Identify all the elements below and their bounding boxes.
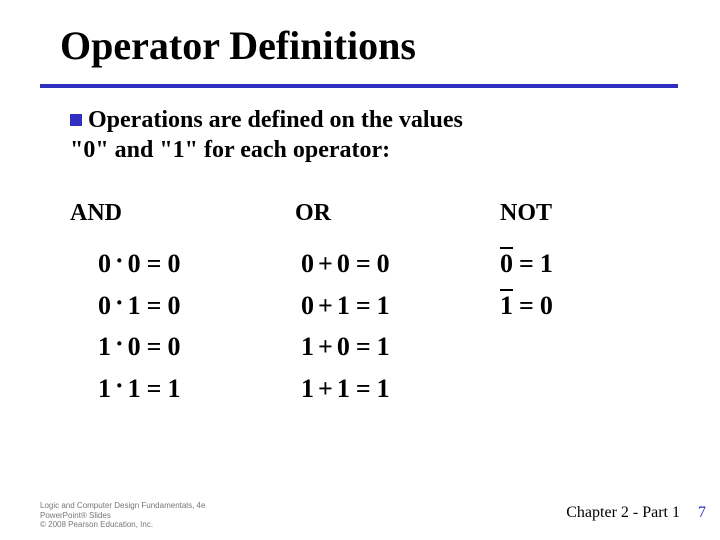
or-heading: OR xyxy=(295,200,500,227)
equals-icon: = xyxy=(350,374,377,403)
intro-line-2: "0" and "1" for each operator: xyxy=(70,137,390,163)
credit-line-2: PowerPoint® Slides xyxy=(40,511,205,521)
and-rows: 0·0=0 0·1=0 1·0=0 1·1=1 xyxy=(70,243,295,409)
equals-icon: = xyxy=(350,332,377,361)
and-heading: AND xyxy=(70,200,295,227)
operand-b: 0 xyxy=(337,332,350,361)
result: 1 xyxy=(540,249,553,278)
slide: Operator Definitions Operations are defi… xyxy=(0,0,720,540)
result: 0 xyxy=(168,332,181,361)
operand-b: 0 xyxy=(128,249,141,278)
operand-b: 1 xyxy=(128,291,141,320)
equals-icon: = xyxy=(350,291,377,320)
equals-icon: = xyxy=(141,374,168,403)
operand-a: 0 xyxy=(98,291,111,320)
operand-b: 1 xyxy=(337,374,350,403)
not-rows: 0=1 1=0 xyxy=(500,243,660,326)
page-title: Operator Definitions xyxy=(60,22,416,69)
dot-icon: · xyxy=(111,246,128,275)
and-row: 0·1=0 xyxy=(98,285,295,327)
or-row: 0+0=0 xyxy=(301,243,500,285)
or-rows: 0+0=0 0+1=1 1+0=1 1+1=1 xyxy=(295,243,500,409)
result: 0 xyxy=(377,249,390,278)
footer-credit: Logic and Computer Design Fundamentals, … xyxy=(40,501,205,530)
result: 0 xyxy=(540,291,553,320)
and-row: 1·0=0 xyxy=(98,326,295,368)
equals-icon: = xyxy=(141,249,168,278)
not-row: 1=0 xyxy=(500,285,660,327)
operand-a: 0 xyxy=(301,291,314,320)
operand-a-bar: 0 xyxy=(500,249,513,278)
and-row: 1·1=1 xyxy=(98,368,295,410)
equals-icon: = xyxy=(141,291,168,320)
operator-columns: AND 0·0=0 0·1=0 1·0=0 1·1=1 OR xyxy=(70,200,660,409)
page-number: 7 xyxy=(698,504,706,522)
operand-b: 0 xyxy=(128,332,141,361)
not-row: 0=1 xyxy=(500,243,660,285)
result: 1 xyxy=(168,374,181,403)
result: 0 xyxy=(168,249,181,278)
equals-icon: = xyxy=(513,249,540,278)
result: 1 xyxy=(377,332,390,361)
title-rule xyxy=(40,84,678,88)
operand-a: 1 xyxy=(301,332,314,361)
operand-a: 1 xyxy=(98,374,111,403)
operand-a: 0 xyxy=(98,249,111,278)
equals-icon: = xyxy=(141,332,168,361)
and-column: AND 0·0=0 0·1=0 1·0=0 1·1=1 xyxy=(70,200,295,409)
credit-line-3: © 2008 Pearson Education, Inc. xyxy=(40,520,205,530)
or-row: 1+1=1 xyxy=(301,368,500,410)
intro-line-1: Operations are defined on the values xyxy=(88,107,463,133)
or-row: 0+1=1 xyxy=(301,285,500,327)
operand-a: 0 xyxy=(301,249,314,278)
credit-line-1: Logic and Computer Design Fundamentals, … xyxy=(40,501,205,511)
plus-icon: + xyxy=(314,249,337,278)
operand-a: 1 xyxy=(98,332,111,361)
dot-icon: · xyxy=(111,288,128,317)
result: 1 xyxy=(377,374,390,403)
not-column: NOT 0=1 1=0 xyxy=(500,200,660,409)
bullet-icon xyxy=(70,114,82,126)
plus-icon: + xyxy=(314,374,337,403)
equals-icon: = xyxy=(350,249,377,278)
operand-a-bar: 1 xyxy=(500,291,513,320)
result: 1 xyxy=(377,291,390,320)
dot-icon: · xyxy=(111,371,128,400)
plus-icon: + xyxy=(314,332,337,361)
footer-chapter: Chapter 2 - Part 1 xyxy=(566,504,680,522)
operand-b: 1 xyxy=(128,374,141,403)
and-row: 0·0=0 xyxy=(98,243,295,285)
or-column: OR 0+0=0 0+1=1 1+0=1 1+1=1 xyxy=(295,200,500,409)
result: 0 xyxy=(168,291,181,320)
or-row: 1+0=1 xyxy=(301,326,500,368)
plus-icon: + xyxy=(314,291,337,320)
operand-b: 0 xyxy=(337,249,350,278)
equals-icon: = xyxy=(513,291,540,320)
intro-text: Operations are defined on the values "0"… xyxy=(70,105,640,165)
dot-icon: · xyxy=(111,329,128,358)
operand-a: 1 xyxy=(301,374,314,403)
operand-b: 1 xyxy=(337,291,350,320)
not-heading: NOT xyxy=(500,200,660,227)
